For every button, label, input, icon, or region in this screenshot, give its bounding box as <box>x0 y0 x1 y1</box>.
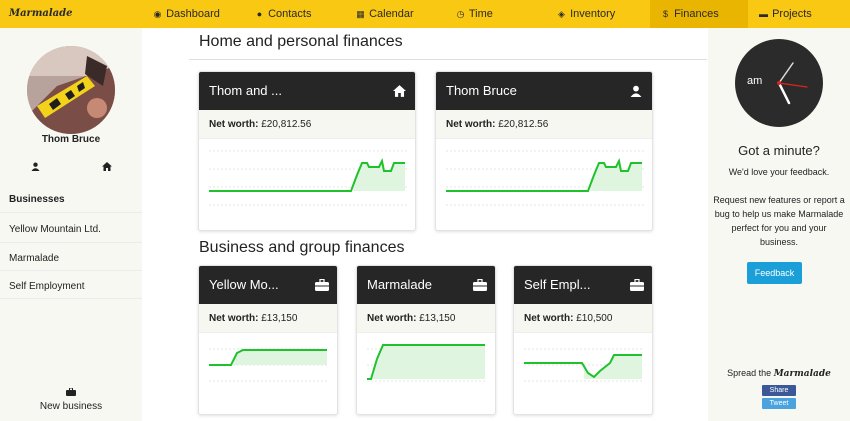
sidebar-item-marmalade[interactable]: Marmalade <box>9 253 59 264</box>
finance-card[interactable]: Marmalade Net worth: £13,150 <box>356 265 496 415</box>
net-worth-value: £10,500 <box>576 313 613 324</box>
app-logo[interactable]: Marmalade <box>9 8 73 19</box>
card-title: Thom Bruce <box>446 83 517 98</box>
user-icon: ● <box>256 9 263 19</box>
feedback-button[interactable]: Feedback <box>747 262 802 284</box>
net-worth-label: Net worth: <box>446 119 496 130</box>
card-header: Self Empl... <box>514 266 652 304</box>
businesses-heading: Businesses <box>9 194 65 205</box>
card-title: Self Empl... <box>524 277 591 292</box>
tweet-button[interactable]: Tweet <box>762 398 796 409</box>
sidebar-item-yellow-mountain[interactable]: Yellow Mountain Ltd. <box>9 224 101 235</box>
sidebar-item-self-employment[interactable]: Self Employment <box>9 281 85 292</box>
net-worth-sparkline <box>514 333 652 414</box>
home-icon <box>393 84 407 97</box>
sidebar-divider <box>0 212 142 213</box>
spread-brand: Marmalade <box>773 369 831 379</box>
nav-inventory-label: Inventory <box>570 8 616 20</box>
nav-finances-label: Finances <box>674 8 719 20</box>
net-worth-value: £20,812.56 <box>261 119 312 130</box>
feedback-intro: We'd love your feedback. <box>728 167 830 177</box>
card-title: Marmalade <box>367 277 433 292</box>
main-content: Home and personal finances Thom and ... … <box>142 28 708 421</box>
briefcase-icon <box>630 278 644 291</box>
dollar-icon: $ <box>662 9 668 19</box>
left-sidebar: Thom Bruce Businesses Yellow Mountain Lt… <box>0 28 142 421</box>
nav-finances[interactable]: $ Finances <box>650 0 748 28</box>
net-worth: Net worth: £20,812.56 <box>199 110 415 139</box>
net-worth-label: Net worth: <box>209 313 259 324</box>
nav-time-label: Time <box>468 8 493 20</box>
right-sidebar: am Got a minute? We'd love your feedback… <box>708 28 850 421</box>
net-worth-sparkline <box>199 139 415 230</box>
nav-dashboard-label: Dashboard <box>166 8 220 20</box>
net-worth: Net worth: £13,150 <box>199 304 337 333</box>
nav-calendar[interactable]: ▦ Calendar <box>355 0 414 28</box>
spread-prefix: Spread the <box>727 368 772 378</box>
finance-card[interactable]: Yellow Mo... Net worth: £13,150 <box>198 265 338 415</box>
net-worth-label: Net worth: <box>367 313 417 324</box>
cube-icon: ◈ <box>558 9 565 19</box>
net-worth-sparkline <box>436 139 652 230</box>
nav-dashboard[interactable]: ◉ Dashboard <box>152 0 220 28</box>
net-worth-sparkline <box>199 333 337 414</box>
folder-icon: ▬ <box>759 9 768 19</box>
finance-card[interactable]: Thom Bruce Net worth: £20,812.56 <box>435 71 653 231</box>
net-worth-value: £13,150 <box>261 313 298 324</box>
new-business-button[interactable]: New business <box>0 387 142 412</box>
card-header: Thom and ... <box>199 72 415 110</box>
card-header: Marmalade <box>357 266 495 304</box>
card-header: Thom Bruce <box>436 72 652 110</box>
net-worth-label: Net worth: <box>524 313 574 324</box>
clock-icon: ◷ <box>456 9 465 19</box>
net-worth: Net worth: £13,150 <box>357 304 495 333</box>
user-name[interactable]: Thom Bruce <box>0 134 142 145</box>
card-title: Thom and ... <box>209 83 282 98</box>
nav-contacts-label: Contacts <box>268 8 312 20</box>
net-worth-sparkline <box>357 333 495 414</box>
card-title: Yellow Mo... <box>209 277 279 292</box>
briefcase-icon <box>315 278 329 291</box>
dashboard-icon: ◉ <box>153 9 162 19</box>
briefcase-icon <box>473 278 487 291</box>
user-icon <box>630 84 644 97</box>
net-worth-value: £13,150 <box>419 313 456 324</box>
facebook-share-button[interactable]: Share <box>762 385 796 396</box>
clock-hands <box>777 62 808 105</box>
spread-the-word: Spread the Marmalade <box>708 368 850 379</box>
briefcase-icon <box>0 387 142 398</box>
feedback-title: Got a minute? <box>738 143 820 158</box>
nav-projects[interactable]: ▬ Projects <box>758 0 812 28</box>
net-worth: Net worth: £20,812.56 <box>436 110 652 139</box>
nav-calendar-label: Calendar <box>369 8 414 20</box>
nav-contacts[interactable]: ● Contacts <box>254 0 312 28</box>
top-nav: Marmalade ◉ Dashboard ● Contacts ▦ Calen… <box>0 0 850 28</box>
avatar-image <box>27 46 115 134</box>
net-worth: Net worth: £10,500 <box>514 304 652 333</box>
business-finances-heading: Business and group finances <box>199 239 405 256</box>
new-business-label: New business <box>39 401 103 412</box>
nav-time[interactable]: ◷ Time <box>455 0 493 28</box>
user-icon[interactable] <box>31 162 40 173</box>
section-divider <box>189 59 707 60</box>
home-icon[interactable] <box>102 162 112 173</box>
finance-card[interactable]: Self Empl... Net worth: £10,500 <box>513 265 653 415</box>
net-worth-value: £20,812.56 <box>498 119 549 130</box>
finance-card[interactable]: Thom and ... Net worth: £20,812.56 <box>198 71 416 231</box>
clock-widget: am <box>735 39 823 127</box>
personal-finances-heading: Home and personal finances <box>199 33 403 50</box>
feedback-text: Request new features or report a bug to … <box>713 195 845 247</box>
card-header: Yellow Mo... <box>199 266 337 304</box>
nav-projects-label: Projects <box>772 8 812 20</box>
sidebar-divider <box>0 270 142 271</box>
net-worth-label: Net worth: <box>209 119 259 130</box>
sidebar-divider <box>0 298 142 299</box>
avatar[interactable] <box>27 46 115 134</box>
tweet-label: Tweet <box>769 400 789 407</box>
nav-inventory[interactable]: ◈ Inventory <box>556 0 615 28</box>
calendar-icon: ▦ <box>356 9 365 19</box>
sidebar-divider <box>0 242 142 243</box>
share-label: Share <box>769 387 789 394</box>
